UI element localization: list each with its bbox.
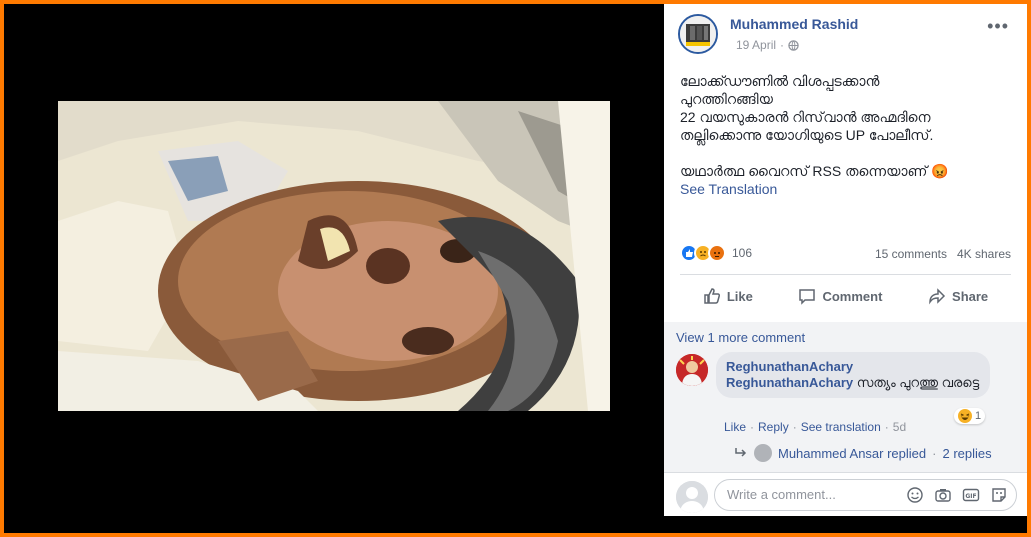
shares-count[interactable]: 4K shares: [957, 247, 1011, 261]
globe-icon: [788, 39, 799, 51]
comment-button[interactable]: Comment: [798, 287, 882, 305]
viewer-avatar: [676, 481, 708, 513]
thumbs-up-icon: [704, 288, 720, 304]
camera-icon[interactable]: [934, 486, 952, 504]
dot-separator: ·: [750, 420, 755, 434]
divider: [680, 274, 1011, 275]
comment-see-translation-link[interactable]: See translation: [801, 420, 881, 434]
injured-man-photo: [58, 101, 610, 411]
post-text-line: പുറത്തിറങ്ങിയ: [680, 91, 773, 107]
dot-separator: ·: [792, 420, 797, 434]
comment-reply-link[interactable]: Reply: [758, 420, 789, 434]
see-translation-link[interactable]: See Translation: [680, 180, 1015, 198]
post-meta: 19 April ·: [736, 38, 799, 52]
dot-separator: ·: [780, 38, 785, 52]
bottom-strip: [4, 516, 1027, 533]
comment-text: സത്യം പുറത്തു വരട്ടെ: [856, 375, 980, 390]
comment-mention[interactable]: ReghunathanAchary: [726, 375, 853, 390]
sticker-icon[interactable]: [990, 486, 1008, 504]
post-viewer: Muhammed Rashid 19 April · ••• ലോക്ക്ഡൗണ…: [4, 4, 1027, 533]
write-comment-area: Write a comment... GIF: [664, 472, 1027, 516]
comment-label: Comment: [822, 288, 883, 304]
replies-link[interactable]: Muhammed Ansar replied · 2 replies: [734, 444, 992, 462]
dot-separator: ·: [884, 420, 889, 434]
post-photo[interactable]: [58, 101, 610, 411]
replier-text: Muhammed Ansar replied: [778, 445, 927, 461]
post-text: ലോക്ക്ഡൗണിൽ വിശപ്പടക്കാൻ പുറത്തിറങ്ങിയ 2…: [680, 72, 1015, 198]
comment-time[interactable]: 5d: [893, 420, 906, 434]
replier-avatar: [754, 444, 772, 462]
post-text-line: 22 വയസുകാരൻ റിസ്‌വാൻ അഹ്മദിനെ: [680, 109, 931, 125]
commenter-avatar-image: [676, 354, 708, 386]
comment-author[interactable]: ReghunathanAchary: [726, 359, 980, 375]
post-actions: Like Comment Share: [680, 280, 1011, 312]
share-icon: [929, 288, 946, 305]
commenter-avatar[interactable]: [676, 354, 708, 386]
avatar-image: [680, 16, 716, 52]
share-label: Share: [952, 288, 989, 304]
reply-arrow-icon: [735, 448, 747, 457]
svg-text:GIF: GIF: [965, 493, 976, 500]
reaction-summary[interactable]: 106: [680, 244, 752, 262]
comment-reaction-count: 1: [975, 410, 982, 422]
post-text-line: ലോക്ക്ഡൗണിൽ വിശപ്പടക്കാൻ: [680, 73, 880, 89]
comment-input-placeholder: Write a comment...: [727, 487, 836, 502]
stats-right: 15 comments 4K shares: [875, 247, 1011, 261]
comment-like-link[interactable]: Like: [724, 420, 746, 434]
comment-actions: Like · Reply · See translation · 5d: [724, 420, 906, 434]
comment-input-icons: GIF: [906, 486, 1008, 504]
comment-reaction-badge[interactable]: 1: [954, 408, 986, 424]
photo-area: [4, 4, 664, 533]
comments-section: View 1 more comment ReghunathanAchary Re…: [664, 322, 1027, 516]
more-options-icon[interactable]: •••: [987, 16, 1009, 37]
like-button[interactable]: Like: [703, 287, 753, 305]
dot-separator: ·: [932, 445, 937, 461]
post-text-line: യഥാർത്ഥ വൈറസ് RSS തന്നെയാണ് 😡: [680, 163, 949, 179]
haha-reaction-icon: [958, 409, 972, 423]
author-name[interactable]: Muhammed Rashid: [730, 16, 858, 32]
view-more-comments-link[interactable]: View 1 more comment: [676, 330, 805, 345]
default-user-icon: [676, 481, 708, 513]
author-avatar[interactable]: [678, 14, 718, 54]
comment-input[interactable]: Write a comment... GIF: [714, 479, 1017, 511]
replies-count: 2 replies: [942, 445, 992, 461]
like-label: Like: [726, 288, 753, 304]
emoji-icon[interactable]: [906, 486, 924, 504]
post-header: Muhammed Rashid 19 April · •••: [678, 14, 1017, 62]
gif-icon[interactable]: GIF: [962, 486, 980, 504]
share-button[interactable]: Share: [928, 287, 988, 305]
post-text-line: തല്ലിക്കൊന്നു യോഗിയുടെ UP പോലീസ്.: [680, 127, 934, 143]
post-stats: 106 15 comments 4K shares: [680, 244, 1011, 266]
angry-reaction-icon: [708, 244, 726, 262]
reaction-count: 106: [732, 246, 753, 260]
post-date[interactable]: 19 April: [736, 38, 776, 52]
comment-icon: [799, 289, 816, 305]
comment-bubble: ReghunathanAchary ReghunathanAchary സത്യ…: [716, 352, 990, 398]
comments-count[interactable]: 15 comments: [875, 247, 947, 261]
post-details-panel: Muhammed Rashid 19 April · ••• ലോക്ക്ഡൗണ…: [664, 4, 1027, 516]
comment-body: ReghunathanAchary സത്യം പുറത്തു വരട്ടെ: [726, 375, 980, 391]
